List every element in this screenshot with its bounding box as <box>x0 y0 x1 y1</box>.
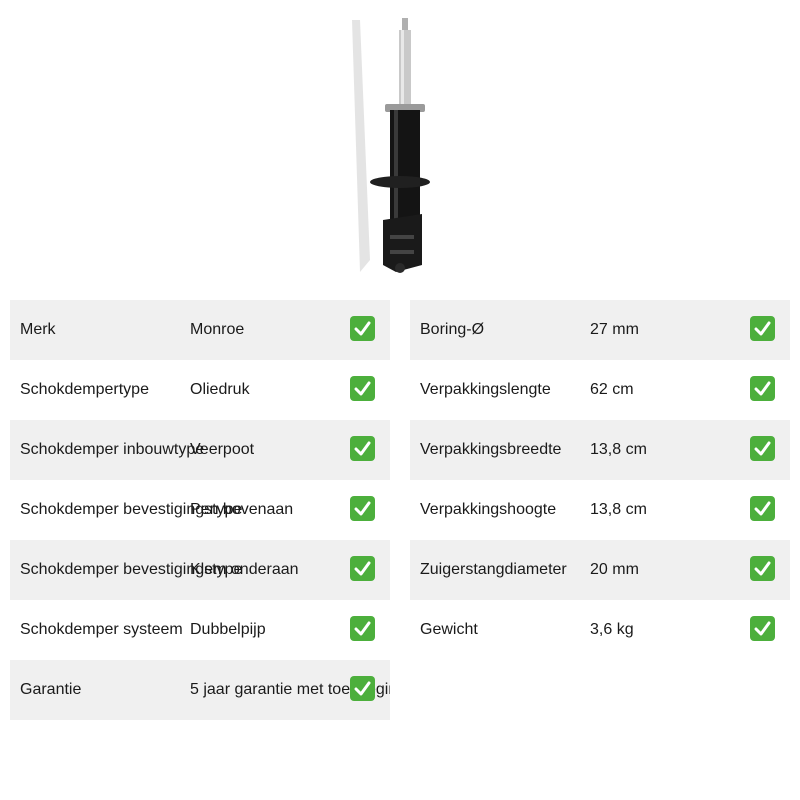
spec-row: Verpakkingshoogte 13,8 cm <box>410 480 790 540</box>
check-icon <box>350 556 375 581</box>
spec-label: Schokdemper systeem <box>20 621 183 638</box>
spec-value: Pen bovenaan <box>190 501 294 518</box>
spec-value: Oliedruk <box>190 381 250 398</box>
spec-label: Schokdempertype <box>20 381 149 398</box>
spec-row: Verpakkingslengte 62 cm <box>410 360 790 420</box>
spec-table-right: Boring-Ø 27 mm Verpakkingslengte 62 cm V… <box>410 300 790 660</box>
spec-row: Zuigerstangdiameter 20 mm <box>410 540 790 600</box>
check-icon <box>350 496 375 521</box>
spec-value: Veerpoot <box>190 441 255 458</box>
spec-label: Merk <box>20 321 56 338</box>
spec-label: Gewicht <box>420 621 478 638</box>
spec-value: Klem onderaan <box>190 561 299 578</box>
spec-row: Schokdemper bevestigingstype Pen bovenaa… <box>10 480 390 540</box>
spec-row: Schokdemper inbouwtype Veerpoot <box>10 420 390 480</box>
spec-row: Merk Monroe <box>10 300 390 360</box>
spec-row: Boring-Ø 27 mm <box>410 300 790 360</box>
spec-label: Boring-Ø <box>420 321 485 338</box>
check-icon <box>350 616 375 641</box>
check-icon <box>350 436 375 461</box>
check-icon <box>750 616 775 641</box>
check-icon <box>350 676 375 701</box>
spec-label: Verpakkingslengte <box>420 381 551 398</box>
spec-value: 3,6 kg <box>590 621 634 638</box>
check-icon <box>750 376 775 401</box>
spec-row: Schokdemper systeem Dubbelpijp <box>10 600 390 660</box>
spec-row: Garantie 5 jaar garantie met toevoeging <box>10 660 390 720</box>
spec-label: Verpakkingsbreedte <box>420 441 562 458</box>
spec-value: Monroe <box>190 321 245 338</box>
spec-label: Zuigerstangdiameter <box>420 561 567 578</box>
spec-label: Verpakkingshoogte <box>420 501 557 518</box>
spec-value: Dubbelpijp <box>190 621 266 638</box>
shock-absorber-image <box>330 10 440 280</box>
spec-value: 62 cm <box>590 381 634 398</box>
check-icon <box>750 316 775 341</box>
spec-row: Verpakkingsbreedte 13,8 cm <box>410 420 790 480</box>
spec-value: 13,8 cm <box>590 501 647 518</box>
spec-value: 13,8 cm <box>590 441 647 458</box>
spec-value: 27 mm <box>590 321 639 338</box>
spec-row: Gewicht 3,6 kg <box>410 600 790 660</box>
spec-label: Schokdemper inbouwtype <box>20 441 205 458</box>
check-icon <box>750 496 775 521</box>
spec-table-left: Merk Monroe Schokdempertype Oliedruk Sch… <box>10 300 390 720</box>
spec-row: Schokdempertype Oliedruk <box>10 360 390 420</box>
check-icon <box>350 376 375 401</box>
spec-value: 20 mm <box>590 561 639 578</box>
check-icon <box>350 316 375 341</box>
spec-row: Schokdemper bevestigingstype Klem ondera… <box>10 540 390 600</box>
check-icon <box>750 556 775 581</box>
check-icon <box>750 436 775 461</box>
spec-label: Garantie <box>20 681 82 698</box>
